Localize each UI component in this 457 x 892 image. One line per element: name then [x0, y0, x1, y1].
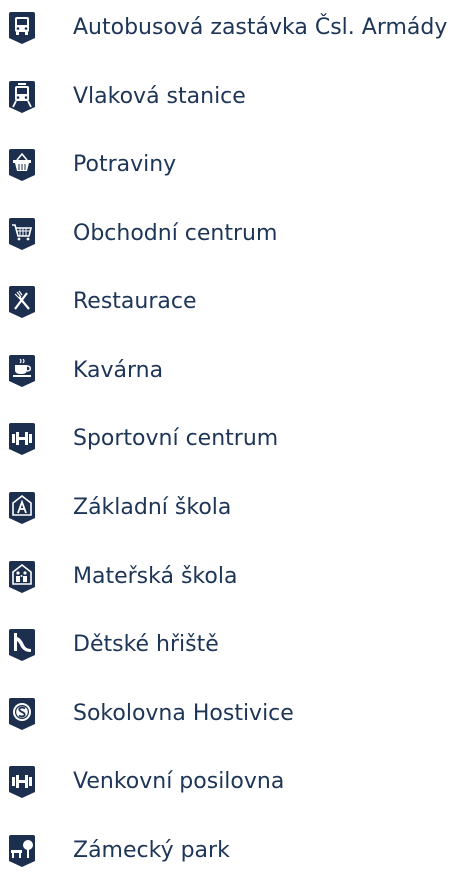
poi-label: Obchodní centrum	[73, 221, 278, 246]
poi-label: Restaurace	[73, 289, 197, 314]
playground-slide-icon	[8, 628, 36, 662]
list-item-primary-school: Základní škola	[0, 491, 457, 549]
poi-label: Mateřská škola	[73, 564, 238, 589]
list-item-outdoor-gym: Venkovní posilovna	[0, 765, 457, 823]
train-station-icon	[8, 80, 36, 114]
shopping-cart-icon	[8, 217, 36, 251]
coffee-cup-icon	[8, 354, 36, 388]
poi-label: Kavárna	[73, 358, 164, 383]
list-item-train-station: Vlaková stanice	[0, 80, 457, 138]
poi-label: Zámecký park	[73, 838, 230, 863]
list-item-playground: Dětské hřiště	[0, 628, 457, 686]
list-item-castle-park: Zámecký park	[0, 834, 457, 892]
poi-label: Venkovní posilovna	[73, 769, 285, 794]
grocery-basket-icon	[8, 148, 36, 182]
poi-label: Sportovní centrum	[73, 426, 279, 451]
sokol-emblem-icon	[8, 697, 36, 731]
school-icon	[8, 491, 36, 525]
list-item-restaurant: Restaurace	[0, 285, 457, 343]
poi-label: Základní škola	[73, 495, 232, 520]
poi-label: Vlaková stanice	[73, 84, 246, 109]
list-item-cafe: Kavárna	[0, 354, 457, 412]
list-item-bus-stop: Autobusová zastávka Čsl. Armády	[0, 11, 457, 69]
bus-stop-icon	[8, 11, 36, 45]
list-item-kindergarten: Mateřská škola	[0, 560, 457, 618]
poi-label: Potraviny	[73, 152, 177, 177]
list-item-sokolovna: Sokolovna Hostivice	[0, 697, 457, 755]
list-item-grocery: Potraviny	[0, 148, 457, 206]
park-bench-tree-icon	[8, 834, 36, 868]
poi-label: Autobusová zastávka Čsl. Armády	[73, 15, 448, 40]
dumbbell-icon	[8, 422, 36, 456]
poi-label: Dětské hřiště	[73, 632, 219, 657]
poi-list: Autobusová zastávka Čsl. Armády Vlaková …	[0, 0, 457, 876]
poi-label: Sokolovna Hostivice	[73, 701, 294, 726]
list-item-shopping-center: Obchodní centrum	[0, 217, 457, 275]
list-item-sports-center: Sportovní centrum	[0, 422, 457, 480]
kindergarten-icon	[8, 560, 36, 594]
dumbbell-icon	[8, 765, 36, 799]
restaurant-cutlery-icon	[8, 285, 36, 319]
